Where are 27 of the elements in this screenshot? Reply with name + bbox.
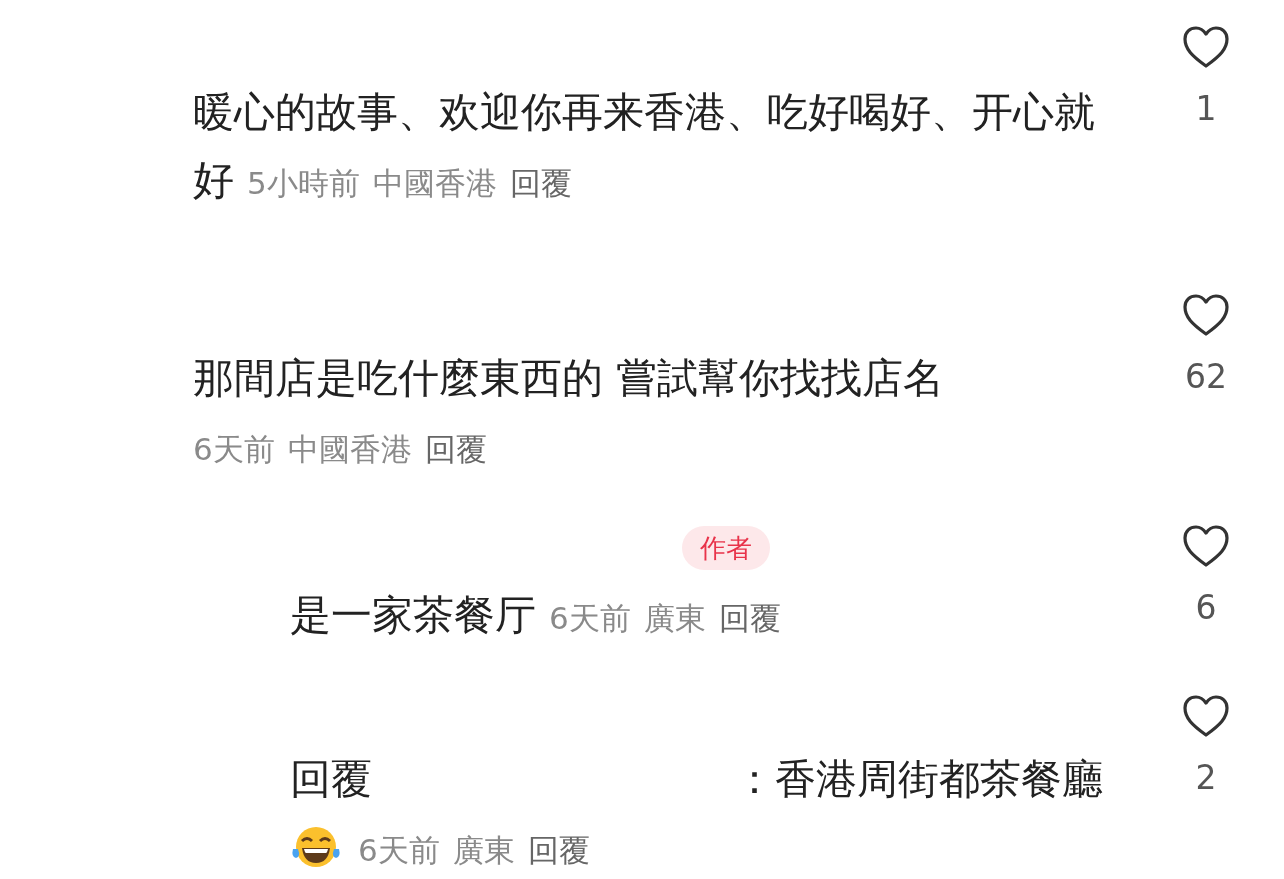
comment-time: 5小時前	[247, 165, 360, 201]
comment-text: 好	[193, 156, 234, 204]
comment-text: ：香港周街都茶餐廳	[734, 755, 1103, 803]
comment-time: 6天前	[193, 431, 275, 467]
reply-link[interactable]: 回覆	[718, 600, 781, 636]
comment-text: 那間店是吃什麼東西的 嘗試幫你找找店名	[193, 354, 945, 402]
like-count: 2	[1195, 757, 1217, 799]
comment-location: 廣東	[452, 832, 515, 868]
like-count: 1	[1195, 88, 1217, 130]
comment-text: 暖心的故事、欢迎你再来香港、吃好喝好、开心就	[193, 88, 1095, 136]
heart-icon[interactable]	[1182, 25, 1230, 69]
comment-time: 6天前	[358, 832, 440, 868]
reply-label: 回覆	[290, 755, 372, 803]
comment-location: 中國香港	[287, 431, 412, 467]
comment-time: 6天前	[549, 600, 631, 636]
reply-link[interactable]: 回覆	[424, 431, 487, 467]
like-count: 62	[1185, 356, 1227, 398]
heart-icon[interactable]	[1182, 293, 1230, 337]
reply-link[interactable]: 回覆	[527, 832, 590, 868]
reply-link[interactable]: 回覆	[509, 165, 572, 201]
comment-text: 是一家茶餐厅	[290, 591, 536, 639]
comment-location: 廣東	[643, 600, 706, 636]
heart-icon[interactable]	[1182, 694, 1230, 738]
comment-location: 中國香港	[372, 165, 497, 201]
like-count: 6	[1195, 587, 1217, 629]
heart-icon[interactable]	[1182, 524, 1230, 568]
author-badge: 作者	[682, 526, 770, 570]
